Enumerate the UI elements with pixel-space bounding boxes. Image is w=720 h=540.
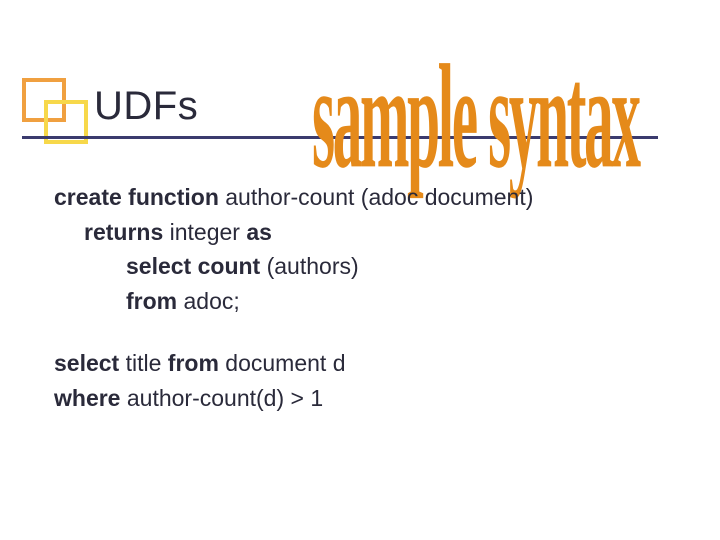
keyword: returns	[84, 219, 163, 245]
keyword: from	[168, 350, 219, 376]
keyword: select count	[126, 253, 260, 279]
code-text: (authors)	[260, 253, 358, 279]
keyword: create function	[54, 184, 219, 210]
keyword: where	[54, 385, 120, 411]
watermark-text: sample syntax	[312, 30, 639, 202]
blank-line	[54, 318, 533, 346]
code-text: document d	[219, 350, 346, 376]
keyword: as	[246, 219, 272, 245]
code-line: select count (authors)	[126, 249, 533, 284]
code-line: returns integer as	[84, 215, 533, 250]
code-line: where author-count(d) > 1	[54, 381, 533, 416]
keyword: from	[126, 288, 177, 314]
code-text: integer	[163, 219, 246, 245]
code-line: select title from document d	[54, 346, 533, 381]
code-block: create function author-count (adoc docum…	[54, 180, 533, 415]
code-text: author-count(d) > 1	[120, 385, 323, 411]
code-text: adoc;	[177, 288, 240, 314]
title-underline	[22, 136, 658, 139]
code-line: from adoc;	[126, 284, 533, 319]
slide-title: UDFs	[94, 84, 198, 129]
keyword: select	[54, 350, 119, 376]
code-line: create function author-count (adoc docum…	[54, 180, 533, 215]
code-text: author-count (adoc document)	[219, 184, 534, 210]
code-text: title	[119, 350, 168, 376]
